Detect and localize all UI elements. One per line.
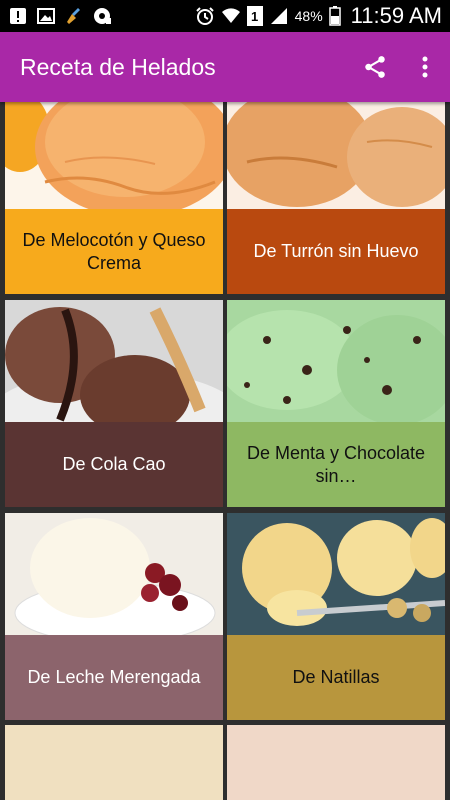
recipe-image-turron [227,102,445,209]
sim-icon: 1 [246,6,263,26]
recipe-image-melocoton [5,102,223,209]
notification-alert-icon [10,8,26,24]
recipe-label: De Melocotón y Queso Crema [5,209,223,294]
overflow-menu-button[interactable] [400,42,450,92]
recipe-image-menta [227,300,445,422]
recipe-grid: De Melocotón y Queso Crema De Turrón sin… [0,102,450,800]
signal-icon [270,8,287,24]
overflow-menu-icon [422,56,428,78]
image-icon [37,8,55,24]
wifi-icon [221,8,240,23]
share-icon [365,56,385,78]
recipe-label: De Menta y Chocolate sin… [227,422,445,507]
recipe-label: De Leche Merengada [5,635,223,720]
recipe-label: De Cola Cao [5,422,223,507]
recipe-image-natillas [227,513,445,635]
broom-icon [67,8,80,24]
recipe-card-partial[interactable] [5,725,223,800]
share-button[interactable] [350,42,400,92]
battery-percent: 48% [294,8,323,24]
recipe-card-melocoton[interactable]: De Melocotón y Queso Crema [5,102,223,294]
status-bar: 1 48% 11:59 AM [0,0,450,32]
app-title: Receta de Helados [20,53,216,80]
recipe-card-partial[interactable] [227,725,445,800]
recipe-card-leche-merengada[interactable]: De Leche Merengada [5,513,223,720]
recipe-image-leche-merengada [5,513,223,635]
recipe-card-natillas[interactable]: De Natillas [227,513,445,720]
recipe-label: De Natillas [227,635,445,720]
recipe-image-cola-cao [5,300,223,422]
recipe-label: De Turrón sin Huevo [227,209,445,294]
media-icon [94,8,111,24]
app-bar: Receta de Helados [0,32,450,102]
recipe-card-menta[interactable]: De Menta y Chocolate sin… [227,300,445,507]
recipe-card-turron[interactable]: De Turrón sin Huevo [227,102,445,294]
battery-icon [328,6,341,26]
clock: 11:59 AM [350,3,442,28]
recipe-card-cola-cao[interactable]: De Cola Cao [5,300,223,507]
alarm-icon [195,7,214,25]
